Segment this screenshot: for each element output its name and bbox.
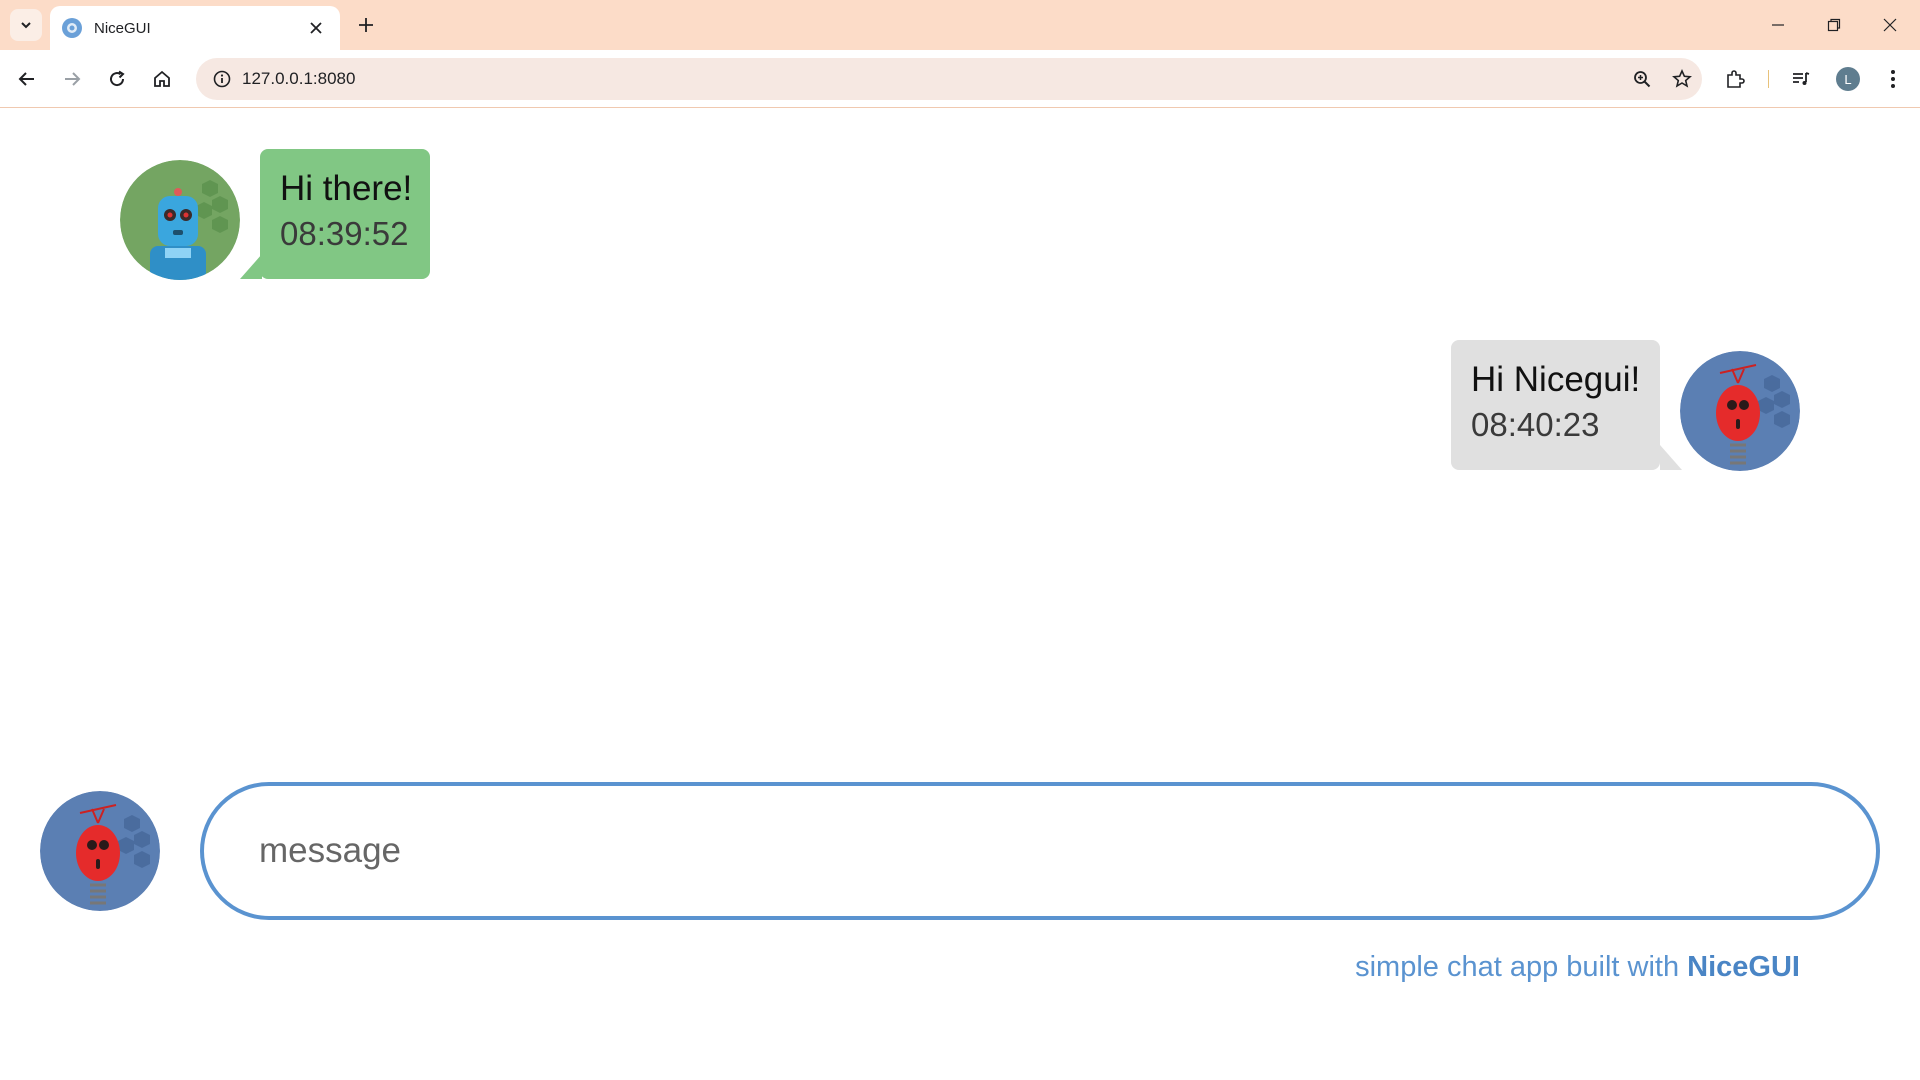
media-controls-button[interactable]: [1784, 62, 1818, 96]
message-timestamp: 08:39:52: [280, 215, 409, 252]
message-bubble-received: Hi there! 08:39:52: [260, 149, 430, 279]
media-controls-icon: [1793, 72, 1810, 85]
browser-toolbar: 127.0.0.1:8080: [0, 50, 1920, 108]
plus-icon: [359, 18, 373, 32]
restore-button[interactable]: [1806, 0, 1862, 50]
forward-icon: [65, 72, 81, 86]
toolbar-divider: [1768, 70, 1769, 88]
bookmark-star-icon[interactable]: [1662, 58, 1702, 100]
back-icon: [18, 72, 34, 86]
bubble-tail: [240, 254, 262, 279]
home-button[interactable]: [145, 62, 179, 96]
back-button[interactable]: [10, 62, 44, 96]
user-avatar: [1680, 351, 1800, 471]
tab-title: NiceGUI: [94, 19, 151, 37]
reload-button[interactable]: [100, 62, 134, 96]
extensions-icon: [1727, 70, 1745, 88]
url-text[interactable]: 127.0.0.1:8080: [242, 69, 1622, 89]
browser-menu-button[interactable]: [1876, 62, 1910, 96]
message-input-container[interactable]: [200, 782, 1880, 920]
new-tab-button[interactable]: [352, 11, 380, 39]
nicegui-link[interactable]: NiceGUI: [1687, 951, 1800, 983]
reload-icon: [110, 70, 125, 87]
restore-icon: [1827, 18, 1841, 32]
current-user-avatar: [40, 791, 160, 911]
menu-icon: [1891, 70, 1895, 88]
home-icon: [154, 70, 170, 87]
chat-page: Hi there! 08:39:52 Hi Nicegui! 08:40:23: [0, 109, 1920, 1080]
close-icon[interactable]: [304, 16, 328, 40]
close-window-icon: [1883, 18, 1897, 32]
footer-text: simple chat app built with: [1355, 951, 1680, 983]
profile-avatar[interactable]: L: [1836, 67, 1860, 91]
close-window-button[interactable]: [1862, 0, 1918, 50]
address-bar[interactable]: 127.0.0.1:8080: [196, 58, 1702, 100]
tab-search-button[interactable]: [10, 9, 42, 41]
minimize-icon: [1772, 24, 1784, 26]
message-text: Hi there!: [280, 169, 413, 208]
zoom-icon[interactable]: [1622, 58, 1662, 100]
site-info-icon[interactable]: [202, 58, 242, 100]
browser-tab-bar: NiceGUI: [0, 0, 1920, 50]
message-text: Hi Nicegui!: [1471, 360, 1641, 399]
forward-button[interactable]: [55, 62, 89, 96]
footer: simple chat app built with NiceGUI: [1355, 951, 1800, 984]
tab-list-icon: [21, 22, 31, 29]
browser-tab[interactable]: NiceGUI: [50, 6, 340, 50]
sender-avatar: [120, 160, 240, 280]
message-bubble-sent: Hi Nicegui! 08:40:23: [1451, 340, 1660, 470]
nicegui-favicon-icon: [62, 18, 82, 38]
message-timestamp: 08:40:23: [1471, 406, 1600, 443]
extensions-button[interactable]: [1718, 62, 1752, 96]
minimize-button[interactable]: [1750, 0, 1806, 50]
bubble-tail: [1660, 445, 1682, 470]
message-input[interactable]: [259, 831, 1819, 871]
